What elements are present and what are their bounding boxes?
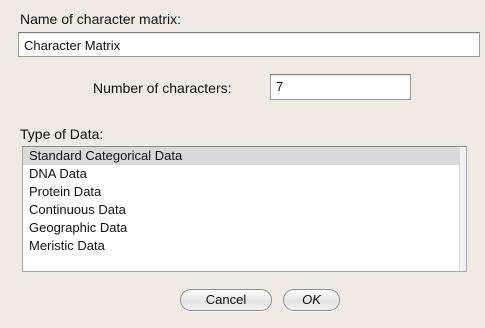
list-item-meristic[interactable]: Meristic Data	[23, 237, 460, 255]
type-of-data-label: Type of Data:	[20, 126, 104, 142]
number-of-characters-label: Number of characters:	[93, 80, 232, 96]
list-item-protein[interactable]: Protein Data	[23, 183, 460, 201]
list-item-continuous[interactable]: Continuous Data	[23, 201, 460, 219]
ok-button[interactable]: OK	[283, 289, 340, 311]
list-scrollbar[interactable]	[459, 147, 466, 271]
matrix-name-field[interactable]: Character Matrix	[18, 32, 480, 57]
number-of-characters-field[interactable]: 7	[270, 74, 411, 100]
data-type-list[interactable]: Standard Categorical Data DNA Data Prote…	[22, 146, 467, 272]
list-item-standard-categorical[interactable]: Standard Categorical Data	[23, 147, 460, 165]
cancel-button[interactable]: Cancel	[180, 289, 272, 311]
data-type-options: Standard Categorical Data DNA Data Prote…	[23, 147, 460, 255]
list-item-geographic[interactable]: Geographic Data	[23, 219, 460, 237]
list-item-dna[interactable]: DNA Data	[23, 165, 460, 183]
matrix-name-label: Name of character matrix:	[20, 11, 182, 27]
